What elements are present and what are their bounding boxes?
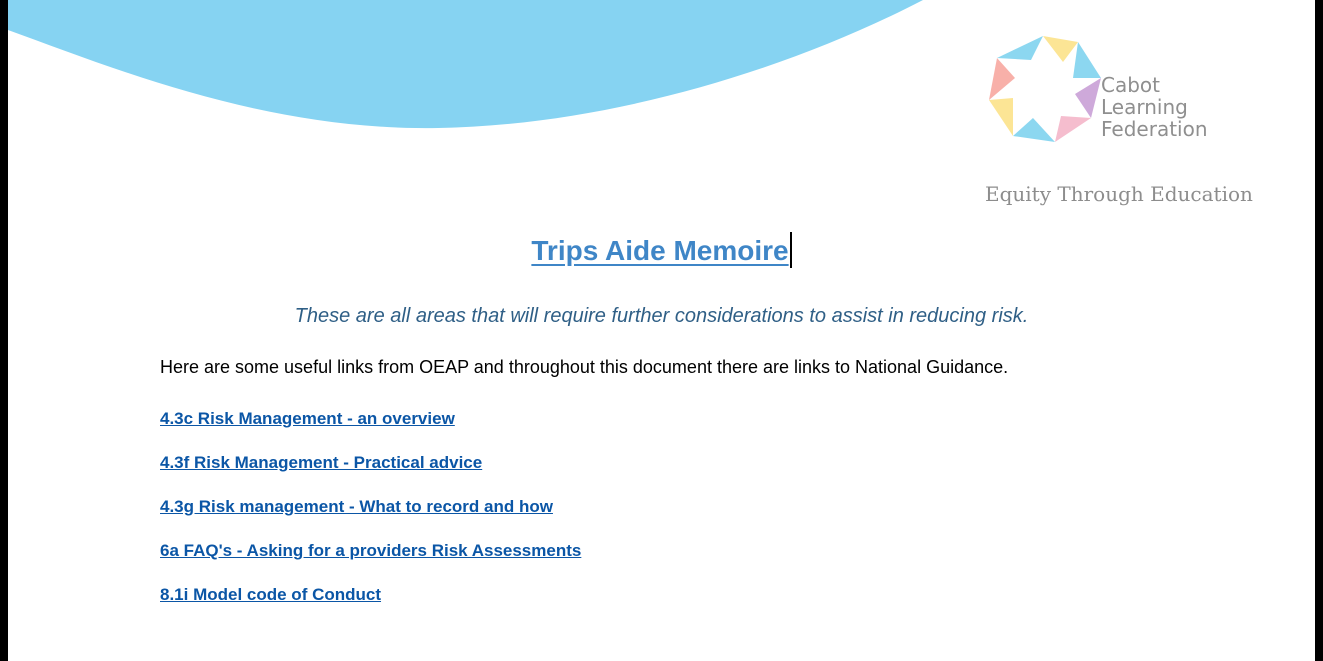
- list-item: 6a FAQ's - Asking for a providers Risk A…: [160, 541, 581, 585]
- document-title-container: Trips Aide Memoire: [8, 232, 1315, 268]
- logo-line-federation: Federation: [1101, 117, 1208, 141]
- logo-line-cabot: Cabot: [1101, 73, 1160, 97]
- link-4-3g-risk-management-what-to-record[interactable]: 4.3g Risk management - What to record an…: [160, 497, 553, 516]
- text-cursor: [789, 232, 792, 268]
- list-item: 4.3f Risk Management - Practical advice: [160, 453, 581, 497]
- document-title: Trips Aide Memoire: [531, 235, 789, 266]
- document-page: Cabot Learning Federation Equity Through…: [8, 0, 1315, 661]
- logo-mark-icon: [989, 36, 1101, 142]
- list-item: 8.1i Model code of Conduct: [160, 585, 581, 629]
- link-4-3c-risk-management-overview[interactable]: 4.3c Risk Management - an overview: [160, 409, 455, 428]
- header-wave-decoration: [8, 0, 923, 129]
- cabot-logo: Cabot Learning Federation: [983, 28, 1223, 168]
- link-8-1i-model-code-of-conduct[interactable]: 8.1i Model code of Conduct: [160, 585, 381, 604]
- logo-wordmark: Cabot Learning Federation: [1101, 74, 1208, 140]
- intro-paragraph: Here are some useful links from OEAP and…: [160, 357, 1009, 377]
- link-6a-faq-provider-risk-assessments[interactable]: 6a FAQ's - Asking for a providers Risk A…: [160, 541, 581, 560]
- list-item: 4.3c Risk Management - an overview: [160, 409, 581, 453]
- document-subtitle: These are all areas that will require fu…: [294, 305, 1029, 327]
- list-item: 4.3g Risk management - What to record an…: [160, 497, 581, 541]
- logo-tagline: Equity Through Education: [985, 182, 1253, 206]
- oeap-links-list: 4.3c Risk Management - an overview 4.3f …: [160, 409, 581, 629]
- link-4-3f-risk-management-practical-advice[interactable]: 4.3f Risk Management - Practical advice: [160, 453, 482, 472]
- logo-line-learning: Learning: [1101, 95, 1188, 119]
